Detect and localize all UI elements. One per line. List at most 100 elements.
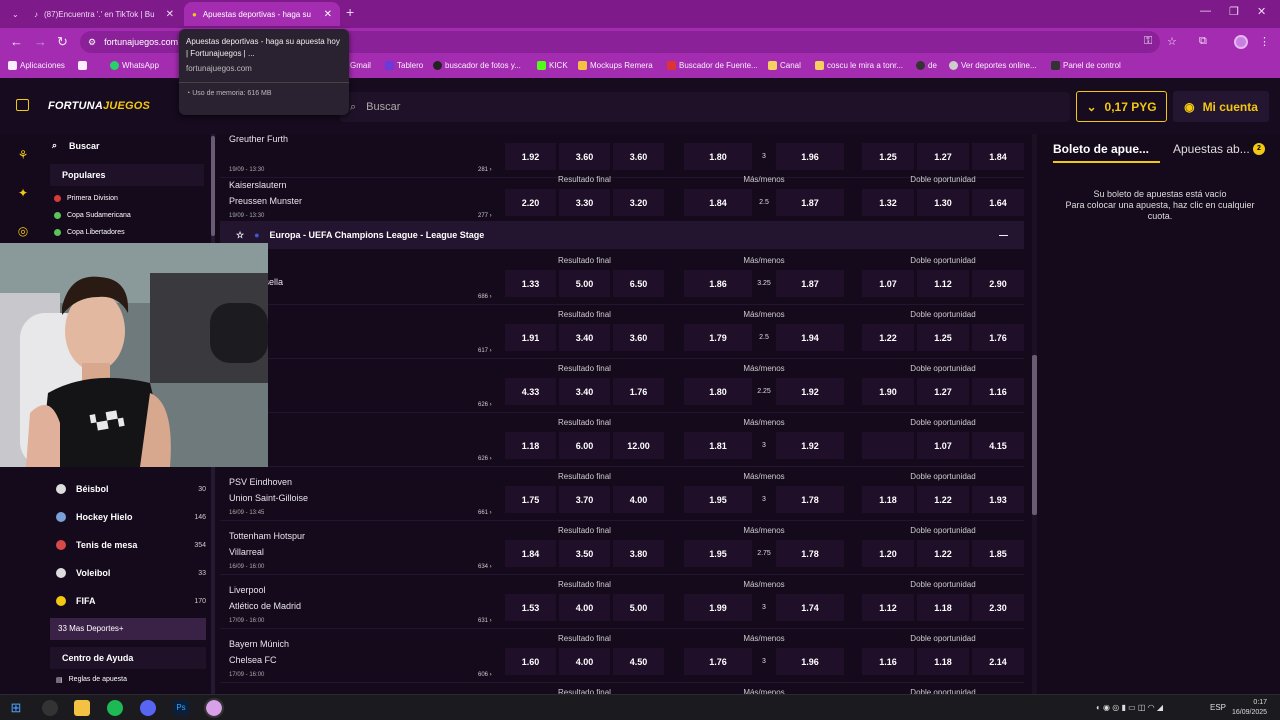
odds-button[interactable]: 1.81 <box>684 432 752 459</box>
odds-button[interactable]: 1.12 <box>862 594 914 621</box>
tab-tiktok[interactable]: ♪ (87)Encuentra '.' en TikTok | Bu ✕ <box>26 2 182 26</box>
odds-button[interactable]: 1.80 <box>684 143 752 170</box>
tab-betslip[interactable]: Boleto de apue... <box>1053 142 1149 156</box>
odds-button[interactable]: 4.00 <box>559 648 610 675</box>
odds-button[interactable]: 5.00 <box>559 270 610 297</box>
language-indicator[interactable]: ESP <box>1210 703 1226 712</box>
odds-button[interactable]: 2.20 <box>505 189 556 216</box>
bookmark-tablero[interactable]: Tablero <box>385 61 423 70</box>
odds-button[interactable]: 1.92 <box>505 143 556 170</box>
odds-button[interactable]: 1.16 <box>862 648 914 675</box>
odds-button[interactable]: 1.79 <box>684 324 752 351</box>
bookmark-de[interactable]: de <box>916 61 937 70</box>
bookmark-star-icon[interactable]: ☆ <box>1167 35 1177 48</box>
odds-button[interactable]: 5.00 <box>613 594 664 621</box>
odds-button[interactable]: 1.07 <box>917 432 969 459</box>
odds-button[interactable]: 4.33 <box>505 378 556 405</box>
odds-button[interactable]: 1.32 <box>862 189 914 216</box>
odds-button[interactable]: 2.90 <box>972 270 1024 297</box>
site-info-icon[interactable]: ⚙ <box>88 37 96 48</box>
odds-button[interactable]: 1.78 <box>776 486 844 513</box>
photoshop-icon[interactable]: Ps <box>173 700 189 716</box>
odds-button[interactable]: 12.00 <box>613 432 664 459</box>
odds-button[interactable]: 1.20 <box>862 540 914 567</box>
odds-button[interactable]: 1.25 <box>917 324 969 351</box>
sidebar-item-hockey[interactable]: Hockey Hielo 146 <box>56 512 206 522</box>
betting-rules-link[interactable]: ▤ Reglas de apuesta <box>56 676 127 684</box>
odds-button[interactable]: 6.00 <box>559 432 610 459</box>
odds-button[interactable]: 2.14 <box>972 648 1024 675</box>
odds-button[interactable]: 3.70 <box>559 486 610 513</box>
odds-button[interactable]: 1.22 <box>917 486 969 513</box>
chrome-icon[interactable] <box>204 698 224 718</box>
bookmark-whatsapp[interactable]: WhatsApp <box>110 61 159 70</box>
odds-button[interactable]: 1.84 <box>505 540 556 567</box>
help-center-header[interactable]: Centro de Ayuda <box>50 647 206 669</box>
forward-button[interactable]: → <box>34 34 47 49</box>
odds-button[interactable]: 1.60 <box>505 648 556 675</box>
odds-button[interactable]: 3.50 <box>559 540 610 567</box>
bookmark-buscador-fotos[interactable]: buscador de fotos y... <box>433 61 521 70</box>
tab-search-button[interactable]: ⌄ <box>4 2 24 26</box>
close-window-button[interactable]: ✕ <box>1257 5 1266 18</box>
sidebar-item-copa-libertadores[interactable]: Copa Libertadores <box>54 229 125 236</box>
odds-button[interactable]: 4.15 <box>972 432 1024 459</box>
more-markets-link[interactable]: 661 › <box>478 510 492 516</box>
odds-button[interactable]: 1.84 <box>972 143 1024 170</box>
back-button[interactable]: ← <box>10 34 23 49</box>
bookmark-fuentes[interactable]: Buscador de Fuente... <box>667 61 758 70</box>
sidebar-scrollbar-thumb[interactable] <box>211 136 215 236</box>
odds-button[interactable]: 1.96 <box>776 143 844 170</box>
odds-button[interactable]: 1.93 <box>972 486 1024 513</box>
balance-button[interactable]: ⌄ 0,17 PYG <box>1076 91 1167 122</box>
odds-button[interactable]: 1.18 <box>862 486 914 513</box>
more-menu-icon[interactable]: ⋮ <box>1259 35 1270 48</box>
match-row[interactable]: isboa0626 ›Resultado finalMás/menosDoble… <box>220 413 1024 467</box>
odds-button[interactable]: 4.50 <box>613 648 664 675</box>
odds-button[interactable]: 4.00 <box>613 486 664 513</box>
odds-button[interactable]: 1.94 <box>776 324 844 351</box>
odds-button[interactable]: 1.80 <box>684 378 752 405</box>
minimize-button[interactable]: — <box>1200 5 1211 17</box>
odds-button[interactable] <box>862 432 914 459</box>
odds-button[interactable]: 1.76 <box>613 378 664 405</box>
collapse-icon[interactable]: — <box>999 230 1008 240</box>
popular-header[interactable]: Populares <box>50 164 204 186</box>
new-tab-button[interactable]: + <box>346 4 354 20</box>
odds-button[interactable]: 1.92 <box>776 378 844 405</box>
spotify-icon[interactable] <box>107 700 123 716</box>
discord-icon[interactable] <box>140 700 156 716</box>
odds-button[interactable]: 2.30 <box>972 594 1024 621</box>
odds-button[interactable]: 1.18 <box>505 432 556 459</box>
odds-button[interactable]: 6.50 <box>613 270 664 297</box>
live-icon[interactable]: ⚘ <box>14 148 32 166</box>
match-row[interactable]: Kaiserslautern Preussen Munster 19/09 - 13… <box>220 170 1024 224</box>
league-header[interactable]: ☆ ● Europa - UEFA Champions League - Lea… <box>220 221 1024 249</box>
account-button[interactable]: ◉ Mi cuenta <box>1173 91 1269 122</box>
odds-button[interactable]: 1.91 <box>505 324 556 351</box>
bookmark-panel[interactable]: Panel de control <box>1051 61 1121 70</box>
odds-button[interactable]: 1.64 <box>972 189 1024 216</box>
odds-button[interactable]: 1.87 <box>776 189 844 216</box>
odds-button[interactable]: 1.87 <box>776 270 844 297</box>
odds-button[interactable]: 4.00 <box>559 594 610 621</box>
bookmark-gmail[interactable]: Gmail <box>350 61 371 70</box>
bookmark-grid[interactable] <box>78 61 87 70</box>
odds-button[interactable]: 1.75 <box>505 486 556 513</box>
odds-button[interactable]: 1.27 <box>917 143 969 170</box>
odds-button[interactable]: 1.76 <box>972 324 1024 351</box>
more-sports-button[interactable]: 33 Mas Deportes+ <box>50 618 206 640</box>
odds-button[interactable]: 1.30 <box>917 189 969 216</box>
odds-button[interactable]: 1.99 <box>684 594 752 621</box>
tab-fortunajuegos[interactable]: ● Apuestas deportivas - haga su ✕ <box>184 2 340 26</box>
main-scrollbar-thumb[interactable] <box>1032 355 1037 515</box>
odds-button[interactable]: 1.78 <box>776 540 844 567</box>
bookmark-coscu[interactable]: coscu le mira a tonr... <box>815 61 903 70</box>
tab-open-bets[interactable]: Apuestas ab... <box>1173 142 1250 156</box>
match-row[interactable]: ilbaoal5626 ›Resultado finalMás/menosDob… <box>220 359 1024 413</box>
odds-button[interactable]: 1.27 <box>917 378 969 405</box>
odds-button[interactable]: 3.20 <box>613 189 664 216</box>
odds-button[interactable]: 1.96 <box>776 648 844 675</box>
site-logo[interactable]: FORTUNAJUEGOS <box>48 100 150 112</box>
odds-button[interactable]: 1.86 <box>684 270 752 297</box>
